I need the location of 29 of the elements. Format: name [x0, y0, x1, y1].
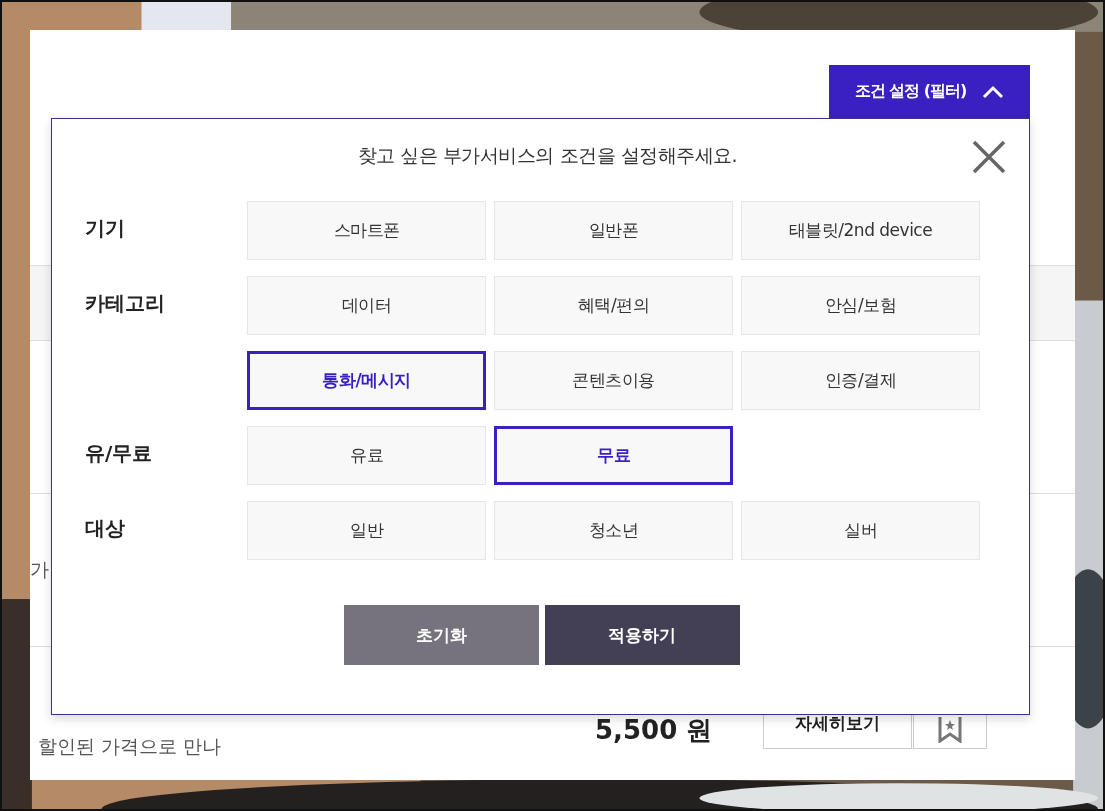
apply-button[interactable]: 적용하기 — [544, 605, 740, 665]
filter-label: 카테고리 — [85, 290, 166, 317]
filter-option[interactable]: 청소년 — [494, 501, 733, 560]
chevron-up-icon — [982, 84, 1005, 99]
description-text: 할인된 가격으로 만나 — [38, 734, 222, 759]
filter-option[interactable]: 일반폰 — [494, 201, 733, 260]
panel-title: 찾고 싶은 부가서비스의 조건을 설정해주세요. — [357, 143, 738, 168]
filter-option[interactable]: 스마트폰 — [247, 201, 486, 260]
filter-option[interactable]: 실버 — [741, 501, 980, 560]
filter-option[interactable]: 콘텐츠이용 — [494, 351, 733, 410]
filter-option[interactable]: 통화/메시지 — [247, 351, 486, 410]
list-text: 가 — [30, 557, 49, 582]
filter-toggle-button[interactable]: 조건 설정 (필터) — [829, 65, 1030, 118]
filter-label: 유/무료 — [85, 440, 154, 467]
bookmark-icon — [938, 716, 962, 743]
filter-option[interactable]: 무료 — [494, 426, 733, 485]
filter-option[interactable]: 데이터 — [247, 276, 486, 335]
filter-label: 대상 — [85, 515, 126, 542]
close-button[interactable] — [971, 139, 1007, 175]
filter-option[interactable]: 유료 — [247, 426, 486, 485]
filter-option[interactable]: 일반 — [247, 501, 486, 560]
close-icon — [971, 139, 1007, 175]
filter-option[interactable]: 인증/결제 — [741, 351, 980, 410]
reset-button[interactable]: 초기화 — [343, 605, 539, 665]
price-text: 5,500 원 — [595, 714, 713, 747]
filter-option[interactable]: 혜택/편의 — [494, 276, 733, 335]
filter-option[interactable]: 안심/보험 — [741, 276, 980, 335]
filter-label: 기기 — [85, 215, 126, 242]
filter-option[interactable]: 태블릿/2nd device — [741, 201, 980, 260]
